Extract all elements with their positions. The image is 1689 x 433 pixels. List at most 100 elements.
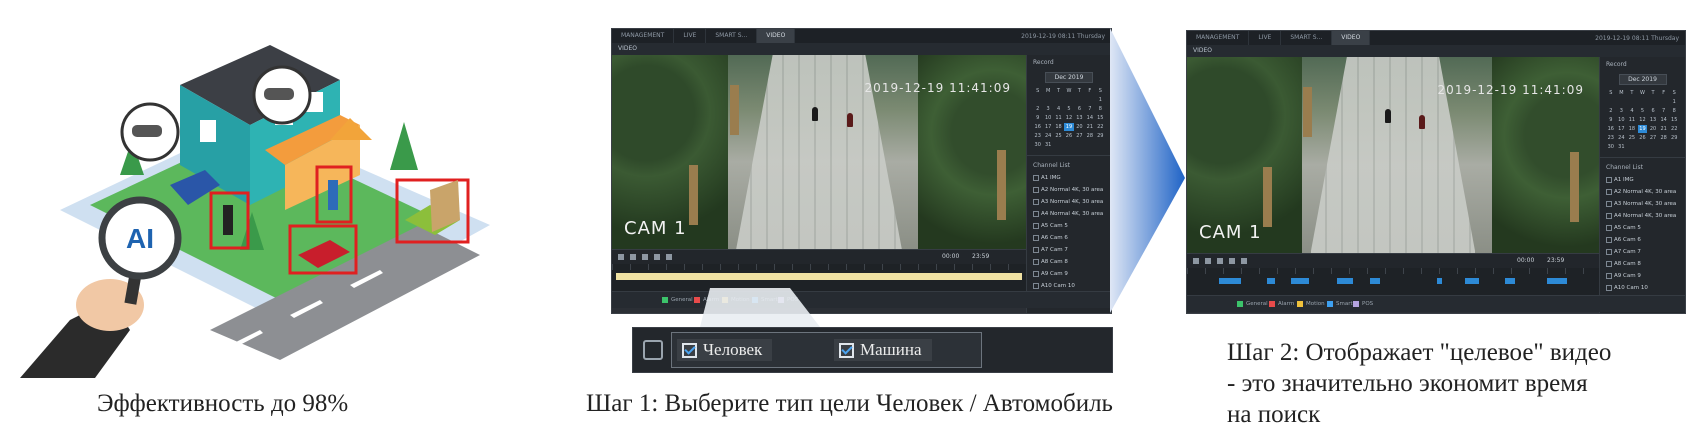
tab-live[interactable]: LIVE bbox=[1249, 31, 1282, 45]
time-to[interactable]: 23:59 bbox=[1547, 257, 1564, 264]
target-segment[interactable] bbox=[1267, 278, 1275, 284]
calendar-day bbox=[1659, 98, 1669, 106]
calendar-day bbox=[1606, 98, 1616, 106]
tab-management[interactable]: MANAGEMENT bbox=[612, 29, 675, 43]
calendar-day[interactable]: 26 bbox=[1638, 134, 1648, 142]
calendar-day[interactable]: 15 bbox=[1669, 116, 1679, 124]
tab-video[interactable]: VIDEO bbox=[1332, 31, 1371, 45]
calendar-day[interactable]: 1 bbox=[1669, 98, 1679, 106]
calendar-day[interactable]: 9 bbox=[1606, 116, 1616, 124]
calendar-day[interactable]: 12 bbox=[1638, 116, 1648, 124]
record-side-panel: Record Dec 2019 S M T W T F S 1 2 3 4 5 6 7 8 9 10 11 12 13… bbox=[1599, 57, 1685, 313]
target-segment[interactable] bbox=[1465, 278, 1479, 284]
target-segment[interactable] bbox=[1370, 278, 1380, 284]
camera-label: CAM 1 bbox=[1199, 222, 1262, 243]
bullet-camera-icon bbox=[132, 125, 162, 137]
target-segment[interactable] bbox=[1337, 278, 1353, 284]
channel-item[interactable]: A7 Cam 7 bbox=[1600, 246, 1685, 258]
target-segment[interactable] bbox=[1291, 278, 1309, 284]
calendar-weekday: T bbox=[1630, 90, 1634, 96]
filter-option-human[interactable]: Человек bbox=[677, 339, 773, 361]
channel-list: A1 IMG A2 Normal 4K, 30 area A3 Normal 4K,… bbox=[1600, 174, 1685, 294]
stop-icon[interactable] bbox=[630, 254, 636, 260]
filter-options-box: Человек Машина bbox=[671, 332, 982, 368]
checkbox-checked-icon[interactable] bbox=[839, 342, 854, 358]
calendar-day[interactable]: 31 bbox=[1617, 143, 1627, 151]
filter-option-vehicle[interactable]: Машина bbox=[834, 339, 932, 361]
channel-item[interactable]: A9 Cam 9 bbox=[1600, 270, 1685, 282]
fast-forward-icon[interactable] bbox=[1229, 258, 1235, 264]
tab-smart-search[interactable]: SMART S... bbox=[1281, 31, 1333, 45]
calendar-day[interactable]: 19 bbox=[1637, 125, 1648, 133]
tab-management[interactable]: MANAGEMENT bbox=[1187, 31, 1250, 45]
calendar-day[interactable]: 24 bbox=[1617, 134, 1627, 142]
target-segment[interactable] bbox=[1547, 278, 1567, 284]
pedestrian bbox=[1385, 109, 1391, 123]
calendar-day bbox=[1638, 143, 1648, 151]
channel-item[interactable]: A1 IMG bbox=[1600, 174, 1685, 186]
target-segment[interactable] bbox=[1219, 278, 1241, 284]
channel-item[interactable]: A3 Normal 4K, 30 area bbox=[1600, 198, 1685, 210]
caption-step2: Шаг 2: Отображает "целевое" видео - это … bbox=[1227, 339, 1612, 428]
person-vehicle-icon bbox=[643, 340, 663, 360]
playback-screen-step2: MANAGEMENT LIVE SMART S... VIDEO 2019-12… bbox=[1186, 30, 1686, 314]
calendar-day[interactable]: 30 bbox=[1606, 143, 1616, 151]
time-from[interactable]: 00:00 bbox=[1517, 257, 1534, 264]
calendar-weekday: W bbox=[1640, 90, 1645, 96]
fast-forward-icon[interactable] bbox=[654, 254, 660, 260]
calendar-day[interactable]: 5 bbox=[1638, 107, 1648, 115]
date-selector[interactable]: Dec 2019 bbox=[1618, 74, 1667, 85]
calendar-day[interactable]: 4 bbox=[1627, 107, 1637, 115]
calendar-day[interactable]: 25 bbox=[1627, 134, 1637, 142]
calendar-day[interactable]: 17 bbox=[1617, 125, 1627, 133]
calendar-day[interactable]: 8 bbox=[1669, 107, 1679, 115]
calendar-weekday: M bbox=[1619, 90, 1624, 96]
calendar-day[interactable]: 21 bbox=[1659, 125, 1669, 133]
zoom-wedge bbox=[700, 28, 1185, 327]
target-segment[interactable] bbox=[1437, 278, 1442, 284]
caption-efficiency: Эффективность до 98% bbox=[97, 390, 349, 417]
checkbox-checked-icon[interactable] bbox=[682, 342, 697, 358]
calendar: S M T W T F S 1 2 3 4 5 6 7 8 9 10 11 12 13 14 15 16 17 18 19 20 21… bbox=[1600, 89, 1685, 151]
rewind-icon[interactable] bbox=[1217, 258, 1223, 264]
calendar-day[interactable]: 2 bbox=[1606, 107, 1616, 115]
calendar-day[interactable]: 11 bbox=[1627, 116, 1637, 124]
caption-step1: Шаг 1: Выберите тип цели Человек / Автом… bbox=[586, 390, 1113, 417]
video-view[interactable]: 2019-12-19 11:41:09 CAM 1 bbox=[1187, 57, 1599, 253]
calendar-day[interactable]: 3 bbox=[1617, 107, 1627, 115]
calendar-day[interactable]: 7 bbox=[1659, 107, 1669, 115]
channel-item[interactable]: A5 Cam 5 bbox=[1600, 222, 1685, 234]
channel-item[interactable]: A2 Normal 4K, 30 area bbox=[1600, 186, 1685, 198]
calendar-day[interactable]: 23 bbox=[1606, 134, 1616, 142]
calendar-day[interactable]: 28 bbox=[1659, 134, 1669, 142]
calendar-day[interactable]: 13 bbox=[1648, 116, 1658, 124]
calendar-day[interactable]: 16 bbox=[1606, 125, 1616, 133]
calendar-day[interactable]: 10 bbox=[1617, 116, 1627, 124]
timeline-filtered[interactable] bbox=[1187, 268, 1599, 295]
channel-item[interactable]: A8 Cam 8 bbox=[1600, 258, 1685, 270]
calendar-weekday: S bbox=[1672, 90, 1676, 96]
stop-icon[interactable] bbox=[1205, 258, 1211, 264]
playback-controls: 00:00 23:59 bbox=[1187, 253, 1599, 268]
step-icon[interactable] bbox=[666, 254, 672, 260]
rewind-icon[interactable] bbox=[642, 254, 648, 260]
calendar-day bbox=[1638, 98, 1648, 106]
calendar-day[interactable]: 20 bbox=[1648, 125, 1658, 133]
calendar-day bbox=[1648, 143, 1658, 151]
channel-item[interactable]: A10 Cam 10 bbox=[1600, 282, 1685, 294]
calendar-day[interactable]: 14 bbox=[1659, 116, 1669, 124]
target-segment[interactable] bbox=[1505, 278, 1515, 284]
tab-bar: MANAGEMENT LIVE SMART S... VIDEO 2019-12… bbox=[1187, 31, 1685, 45]
calendar-day[interactable]: 29 bbox=[1669, 134, 1679, 142]
calendar-day[interactable]: 27 bbox=[1648, 134, 1658, 142]
step-icon[interactable] bbox=[1241, 258, 1247, 264]
calendar-day[interactable]: 18 bbox=[1627, 125, 1637, 133]
calendar-weekday: T bbox=[1651, 90, 1655, 96]
smart-home-illustration: AI bbox=[20, 45, 490, 378]
play-icon[interactable] bbox=[618, 254, 624, 260]
channel-item[interactable]: A4 Normal 4K, 30 area bbox=[1600, 210, 1685, 222]
calendar-day[interactable]: 6 bbox=[1648, 107, 1658, 115]
calendar-day[interactable]: 22 bbox=[1669, 125, 1679, 133]
channel-item[interactable]: A6 Cam 6 bbox=[1600, 234, 1685, 246]
play-icon[interactable] bbox=[1193, 258, 1199, 264]
